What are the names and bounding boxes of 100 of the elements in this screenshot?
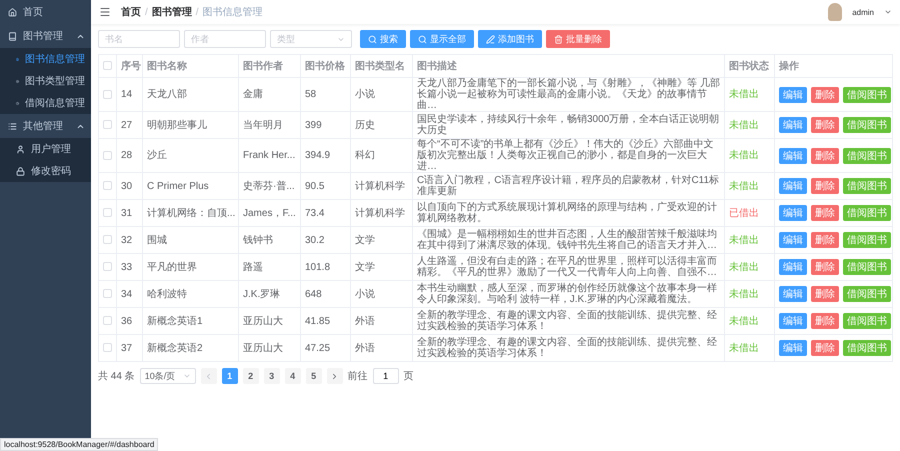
status-cell: 已借出 <box>724 200 774 226</box>
page-button[interactable]: 1 <box>222 368 238 384</box>
table-cell: 全新的教学理念、有趣的课文内容、全面的技能训练、提供完整、经过实践检验的英语学习体系！ <box>412 308 724 334</box>
table-cell: 30 <box>116 172 142 200</box>
delete-button[interactable]: 删除 <box>811 148 839 164</box>
add-button[interactable]: 添加图书 <box>478 30 542 48</box>
total-count: 共 44 条 <box>98 370 135 383</box>
sidebar-item[interactable]: 图书类型管理 <box>0 70 91 92</box>
edit-button[interactable]: 编辑 <box>779 86 807 102</box>
borrow-button[interactable]: 借阅图书 <box>843 313 891 329</box>
avatar[interactable] <box>828 3 842 21</box>
table-cell: 27 <box>116 112 142 138</box>
edit-button[interactable]: 编辑 <box>779 259 807 275</box>
borrow-button[interactable]: 借阅图书 <box>843 340 891 356</box>
borrow-button[interactable]: 借阅图书 <box>843 178 891 194</box>
edit-button[interactable]: 编辑 <box>779 286 807 302</box>
input-field[interactable]: 书名 <box>105 34 173 44</box>
breadcrumb-item: 图书信息管理 <box>202 7 263 18</box>
table-cell: 史蒂芬·普... <box>238 172 300 200</box>
column-header: 序号 <box>116 54 142 78</box>
borrow-button[interactable]: 借阅图书 <box>843 259 891 275</box>
borrow-button[interactable]: 借阅图书 <box>843 232 891 248</box>
delete-button[interactable]: 删除 <box>811 178 839 194</box>
search-button[interactable]: 显示全部 <box>410 30 474 48</box>
table-cell: 亚历山大 <box>238 308 300 334</box>
select-field[interactable]: 类型 <box>270 30 352 48</box>
menu-item-icon <box>16 144 25 154</box>
borrow-button[interactable]: 借阅图书 <box>843 148 891 164</box>
page-button[interactable]: 4 <box>284 368 301 384</box>
borrow-button[interactable]: 借阅图书 <box>843 286 891 302</box>
checkbox[interactable] <box>103 316 112 326</box>
table-cell: 当年明月 <box>238 112 300 138</box>
status-cell: 未借出 <box>724 254 774 280</box>
search-button[interactable]: 搜索 <box>360 30 406 48</box>
column-header: 图书描述 <box>412 54 724 78</box>
edit-button[interactable]: 编辑 <box>779 340 807 356</box>
borrow-button[interactable]: 借阅图书 <box>843 86 891 102</box>
checkbox[interactable] <box>103 150 112 160</box>
edit-button[interactable]: 编辑 <box>779 232 807 248</box>
checkbox[interactable] <box>103 120 112 130</box>
column-header: 图书状态 <box>724 54 774 78</box>
caret-icon[interactable] <box>884 8 892 16</box>
table-cell: 30.2 <box>300 226 350 254</box>
borrow-button[interactable]: 借阅图书 <box>843 117 891 133</box>
breadcrumb-separator: / <box>145 7 148 18</box>
edit-button[interactable]: 编辑 <box>779 148 807 164</box>
table-cell: 37 <box>116 334 142 362</box>
page-button[interactable]: 5 <box>306 368 322 384</box>
delete-button[interactable]: 删除 <box>811 205 839 221</box>
sidebar-item[interactable]: 图书信息管理 <box>0 48 91 70</box>
borrow-button[interactable]: 借阅图书 <box>843 205 891 221</box>
table-cell: 文学 <box>350 226 412 254</box>
sidebar-item[interactable]: 修改密码 <box>0 160 91 182</box>
table-cell: 36 <box>116 308 142 334</box>
breadcrumb-item[interactable]: 图书管理 <box>152 7 192 18</box>
sidebar-item[interactable]: 用户管理 <box>0 138 91 160</box>
delete-button[interactable]: 删除 <box>811 86 839 102</box>
table-cell: J.K.罗琳 <box>238 280 300 308</box>
page-button[interactable]: 3 <box>264 368 280 384</box>
sidebar-item[interactable]: 借阅信息管理 <box>0 92 91 114</box>
text-field[interactable]: 书名 <box>98 30 180 48</box>
page-button[interactable]: 2 <box>242 368 259 384</box>
delete-button[interactable]: 删除 <box>811 117 839 133</box>
book-icon <box>8 32 17 40</box>
edit-button[interactable]: 编辑 <box>779 313 807 329</box>
checkbox[interactable] <box>103 262 112 272</box>
type-select[interactable]: 类型 <box>277 34 338 44</box>
breadcrumb-item[interactable]: 首页 <box>121 7 141 18</box>
delete-button[interactable]: 批量删除 <box>546 30 610 48</box>
delete-button[interactable]: 删除 <box>811 232 839 248</box>
checkbox[interactable] <box>103 235 112 244</box>
page-input[interactable]: 1 <box>372 368 399 384</box>
delete-button[interactable]: 删除 <box>811 286 839 302</box>
input-field[interactable]: 作者 <box>191 34 259 44</box>
menu-icon[interactable] <box>99 6 111 18</box>
checkbox[interactable] <box>103 289 112 298</box>
text-field[interactable]: 作者 <box>184 30 266 48</box>
checkbox[interactable] <box>103 90 112 99</box>
prev-page-button[interactable] <box>200 368 217 384</box>
checkbox[interactable] <box>103 181 112 190</box>
page-size-select[interactable]: 10条/页 <box>140 368 196 384</box>
checkbox[interactable] <box>103 343 112 352</box>
pen-icon <box>486 34 495 44</box>
edit-button[interactable]: 编辑 <box>779 178 807 194</box>
user-name[interactable]: admin <box>852 8 874 16</box>
delete-button[interactable]: 删除 <box>811 259 839 275</box>
edit-button[interactable]: 编辑 <box>779 205 807 221</box>
table-cell: 14 <box>116 78 142 112</box>
table-cell: C Primer Plus <box>142 172 238 200</box>
table-cell: 国民史学读本，持续风行十余年，畅销3000万册，全本白话正说明朝大历史 <box>412 112 724 138</box>
checkbox[interactable] <box>103 61 112 70</box>
checkbox[interactable] <box>103 208 112 218</box>
delete-button[interactable]: 删除 <box>811 340 839 356</box>
table-cell: 外语 <box>350 308 412 334</box>
list-icon <box>8 122 17 130</box>
delete-button[interactable]: 删除 <box>811 313 839 329</box>
status-cell: 未借出 <box>724 280 774 308</box>
edit-button[interactable]: 编辑 <box>779 117 807 133</box>
table-cell: 新概念英语2 <box>142 334 238 362</box>
next-page-button[interactable] <box>326 368 343 384</box>
